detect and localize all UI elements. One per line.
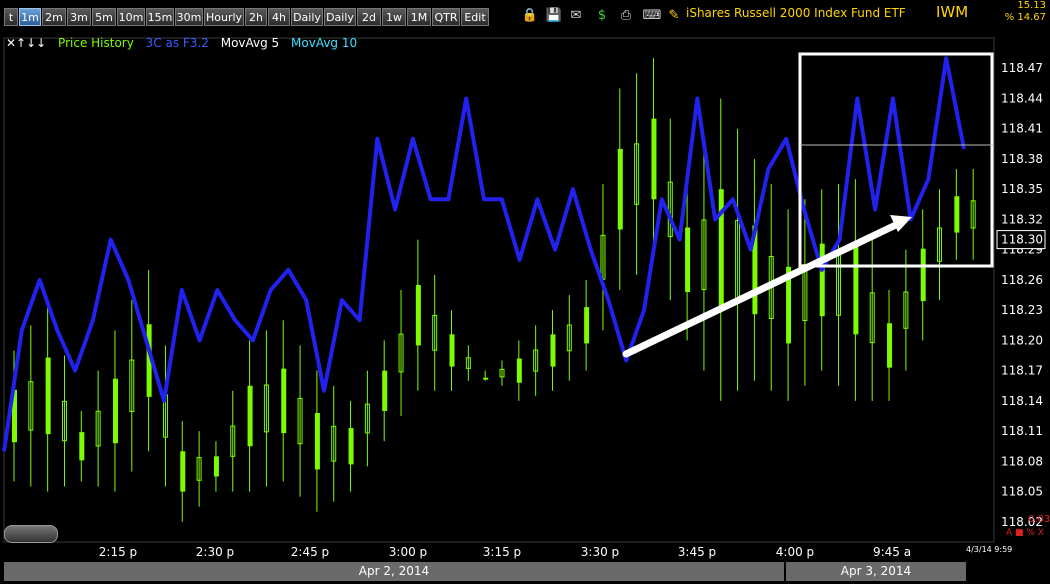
legend-arrows[interactable]: ✕↑↓↓ bbox=[6, 36, 46, 50]
timeframe-button-edit[interactable]: Edit bbox=[461, 8, 489, 26]
timeframe-button-qtr[interactable]: QTR bbox=[432, 8, 460, 26]
lock-icon[interactable]: 🔒 bbox=[520, 6, 540, 26]
time-tick-label: 2:30 p bbox=[196, 545, 234, 559]
top-percent: % 14.67 bbox=[1004, 12, 1046, 23]
timeframe-button-hourly[interactable]: Hourly bbox=[204, 8, 244, 26]
time-tick-label: 3:45 p bbox=[678, 545, 716, 559]
legend-movavg5[interactable]: MovAvg 5 bbox=[221, 36, 279, 50]
price-tick-label: 118.44 bbox=[1001, 91, 1043, 105]
timeframe-button-3m[interactable]: 3m bbox=[67, 8, 91, 26]
candle-body bbox=[180, 451, 186, 492]
price-tick-label: 118.38 bbox=[1001, 152, 1043, 166]
timeframe-button-10m[interactable]: 10m bbox=[117, 8, 145, 26]
time-tick-label: 3:00 p bbox=[389, 545, 427, 559]
candle-body bbox=[483, 377, 489, 380]
price-tick-label: 118.26 bbox=[1001, 273, 1043, 287]
timeframe-button-1m[interactable]: 1m bbox=[19, 8, 41, 26]
legend-indicator[interactable]: 3C as F3.2 bbox=[146, 36, 209, 50]
candle-body bbox=[819, 243, 825, 317]
candle-body bbox=[718, 189, 724, 311]
candle-body bbox=[314, 412, 320, 470]
date-bar: Apr 2, 2014 Apr 3, 2014 bbox=[0, 562, 1050, 584]
price-tick-label: 118.14 bbox=[1001, 394, 1043, 408]
chart-scroll-handle[interactable] bbox=[4, 525, 58, 543]
candle-body bbox=[348, 428, 354, 465]
date-label-apr2: Apr 2, 2014 bbox=[358, 564, 430, 578]
price-tick-label: 118.35 bbox=[1001, 182, 1043, 196]
plot-area bbox=[3, 37, 995, 543]
timeframe-button-30m[interactable]: 30m bbox=[175, 8, 203, 26]
ax-controls[interactable]: A ■ % X bbox=[1006, 528, 1044, 538]
price-tick-label: 118.11 bbox=[1001, 424, 1043, 438]
current-price-label: 118.30 bbox=[1001, 233, 1043, 247]
small-value: 0.03 bbox=[1028, 514, 1050, 525]
candle-body bbox=[516, 358, 522, 383]
timeframe-button-2d[interactable]: 2d bbox=[357, 8, 381, 26]
price-tick-label: 118.20 bbox=[1001, 333, 1043, 347]
ticker-symbol: IWM bbox=[936, 3, 969, 21]
time-tick-label: 2:15 p bbox=[99, 545, 137, 559]
timeframe-button-t[interactable]: t bbox=[4, 8, 18, 26]
time-tick-label: 3:15 p bbox=[483, 545, 521, 559]
price-tick-label: 118.05 bbox=[1001, 485, 1043, 499]
price-tick-label: 118.32 bbox=[1001, 212, 1043, 226]
candle-body bbox=[954, 196, 960, 233]
timestamp: 4/3/14 9:59 bbox=[966, 545, 1013, 554]
candle-body bbox=[382, 370, 388, 411]
timeframe-button-15m[interactable]: 15m bbox=[146, 8, 174, 26]
candle-body bbox=[247, 385, 253, 447]
pencil-icon[interactable]: ✎ bbox=[664, 6, 684, 26]
timeframe-button-1w[interactable]: 1w bbox=[382, 8, 406, 26]
time-tick-label: 3:30 p bbox=[581, 545, 619, 559]
app-title: iShares Russell 2000 Index Fund ETF bbox=[686, 6, 906, 20]
chart-legend: ✕↑↓↓ Price History 3C as F3.2 MovAvg 5 M… bbox=[6, 36, 365, 50]
price-tick-label: 118.08 bbox=[1001, 454, 1043, 468]
candle-body bbox=[887, 323, 893, 368]
price-tick-label: 118.17 bbox=[1001, 364, 1043, 378]
dollar-icon[interactable]: $ bbox=[592, 6, 612, 26]
date-segment-apr3: Apr 3, 2014 bbox=[786, 562, 966, 581]
candle-body bbox=[617, 148, 623, 230]
save-icon[interactable]: 💾 bbox=[544, 6, 564, 26]
candle-body bbox=[415, 284, 421, 346]
mail-icon[interactable]: ✉ bbox=[566, 6, 586, 26]
candle-body bbox=[920, 248, 926, 302]
print-icon[interactable]: ⎙ bbox=[616, 6, 636, 26]
timeframe-button-daily[interactable]: Daily bbox=[291, 8, 323, 26]
price-tick-label: 118.47 bbox=[1001, 61, 1043, 75]
time-tick-label: 2:45 p bbox=[291, 545, 329, 559]
timeframe-button-4h[interactable]: 4h bbox=[268, 8, 290, 26]
price-tick-label: 118.41 bbox=[1001, 122, 1043, 136]
top-price-readout: 15.13 % 14.67 bbox=[1005, 0, 1046, 24]
legend-movavg10[interactable]: MovAvg 10 bbox=[291, 36, 357, 50]
timeframe-button-daily[interactable]: Daily bbox=[324, 8, 356, 26]
timeframe-button-2m[interactable]: 2m bbox=[42, 8, 66, 26]
candle-body bbox=[281, 368, 287, 434]
price-tick-label: 118.23 bbox=[1001, 303, 1043, 317]
keyboard-icon[interactable]: ⌨ bbox=[642, 6, 662, 26]
candle-body bbox=[213, 456, 219, 477]
time-tick-label: 4:00 p bbox=[776, 545, 814, 559]
date-segment-apr2: Apr 2, 2014 bbox=[4, 562, 784, 581]
top-value: 15.13 bbox=[1017, 0, 1046, 11]
date-label-apr3: Apr 3, 2014 bbox=[840, 564, 912, 578]
candle-body bbox=[550, 334, 556, 367]
candle-body bbox=[45, 357, 51, 435]
legend-price-history[interactable]: Price History bbox=[58, 36, 134, 50]
candle-body bbox=[449, 334, 455, 367]
timeframe-button-1m[interactable]: 1M bbox=[407, 8, 431, 26]
candle-body bbox=[584, 307, 590, 344]
candle-body bbox=[685, 227, 691, 293]
timeframe-button-5m[interactable]: 5m bbox=[92, 8, 116, 26]
candle-body bbox=[112, 378, 118, 444]
price-chart[interactable]: 118.47 118.44 118.41 118.38 118.35 118.32 118.… bbox=[0, 32, 1050, 562]
candle-body bbox=[651, 118, 657, 200]
time-tick-label: 9:45 a bbox=[873, 545, 911, 559]
timeframe-button-2h[interactable]: 2h bbox=[245, 8, 267, 26]
candle-body bbox=[853, 245, 859, 335]
candle-body bbox=[79, 432, 85, 461]
